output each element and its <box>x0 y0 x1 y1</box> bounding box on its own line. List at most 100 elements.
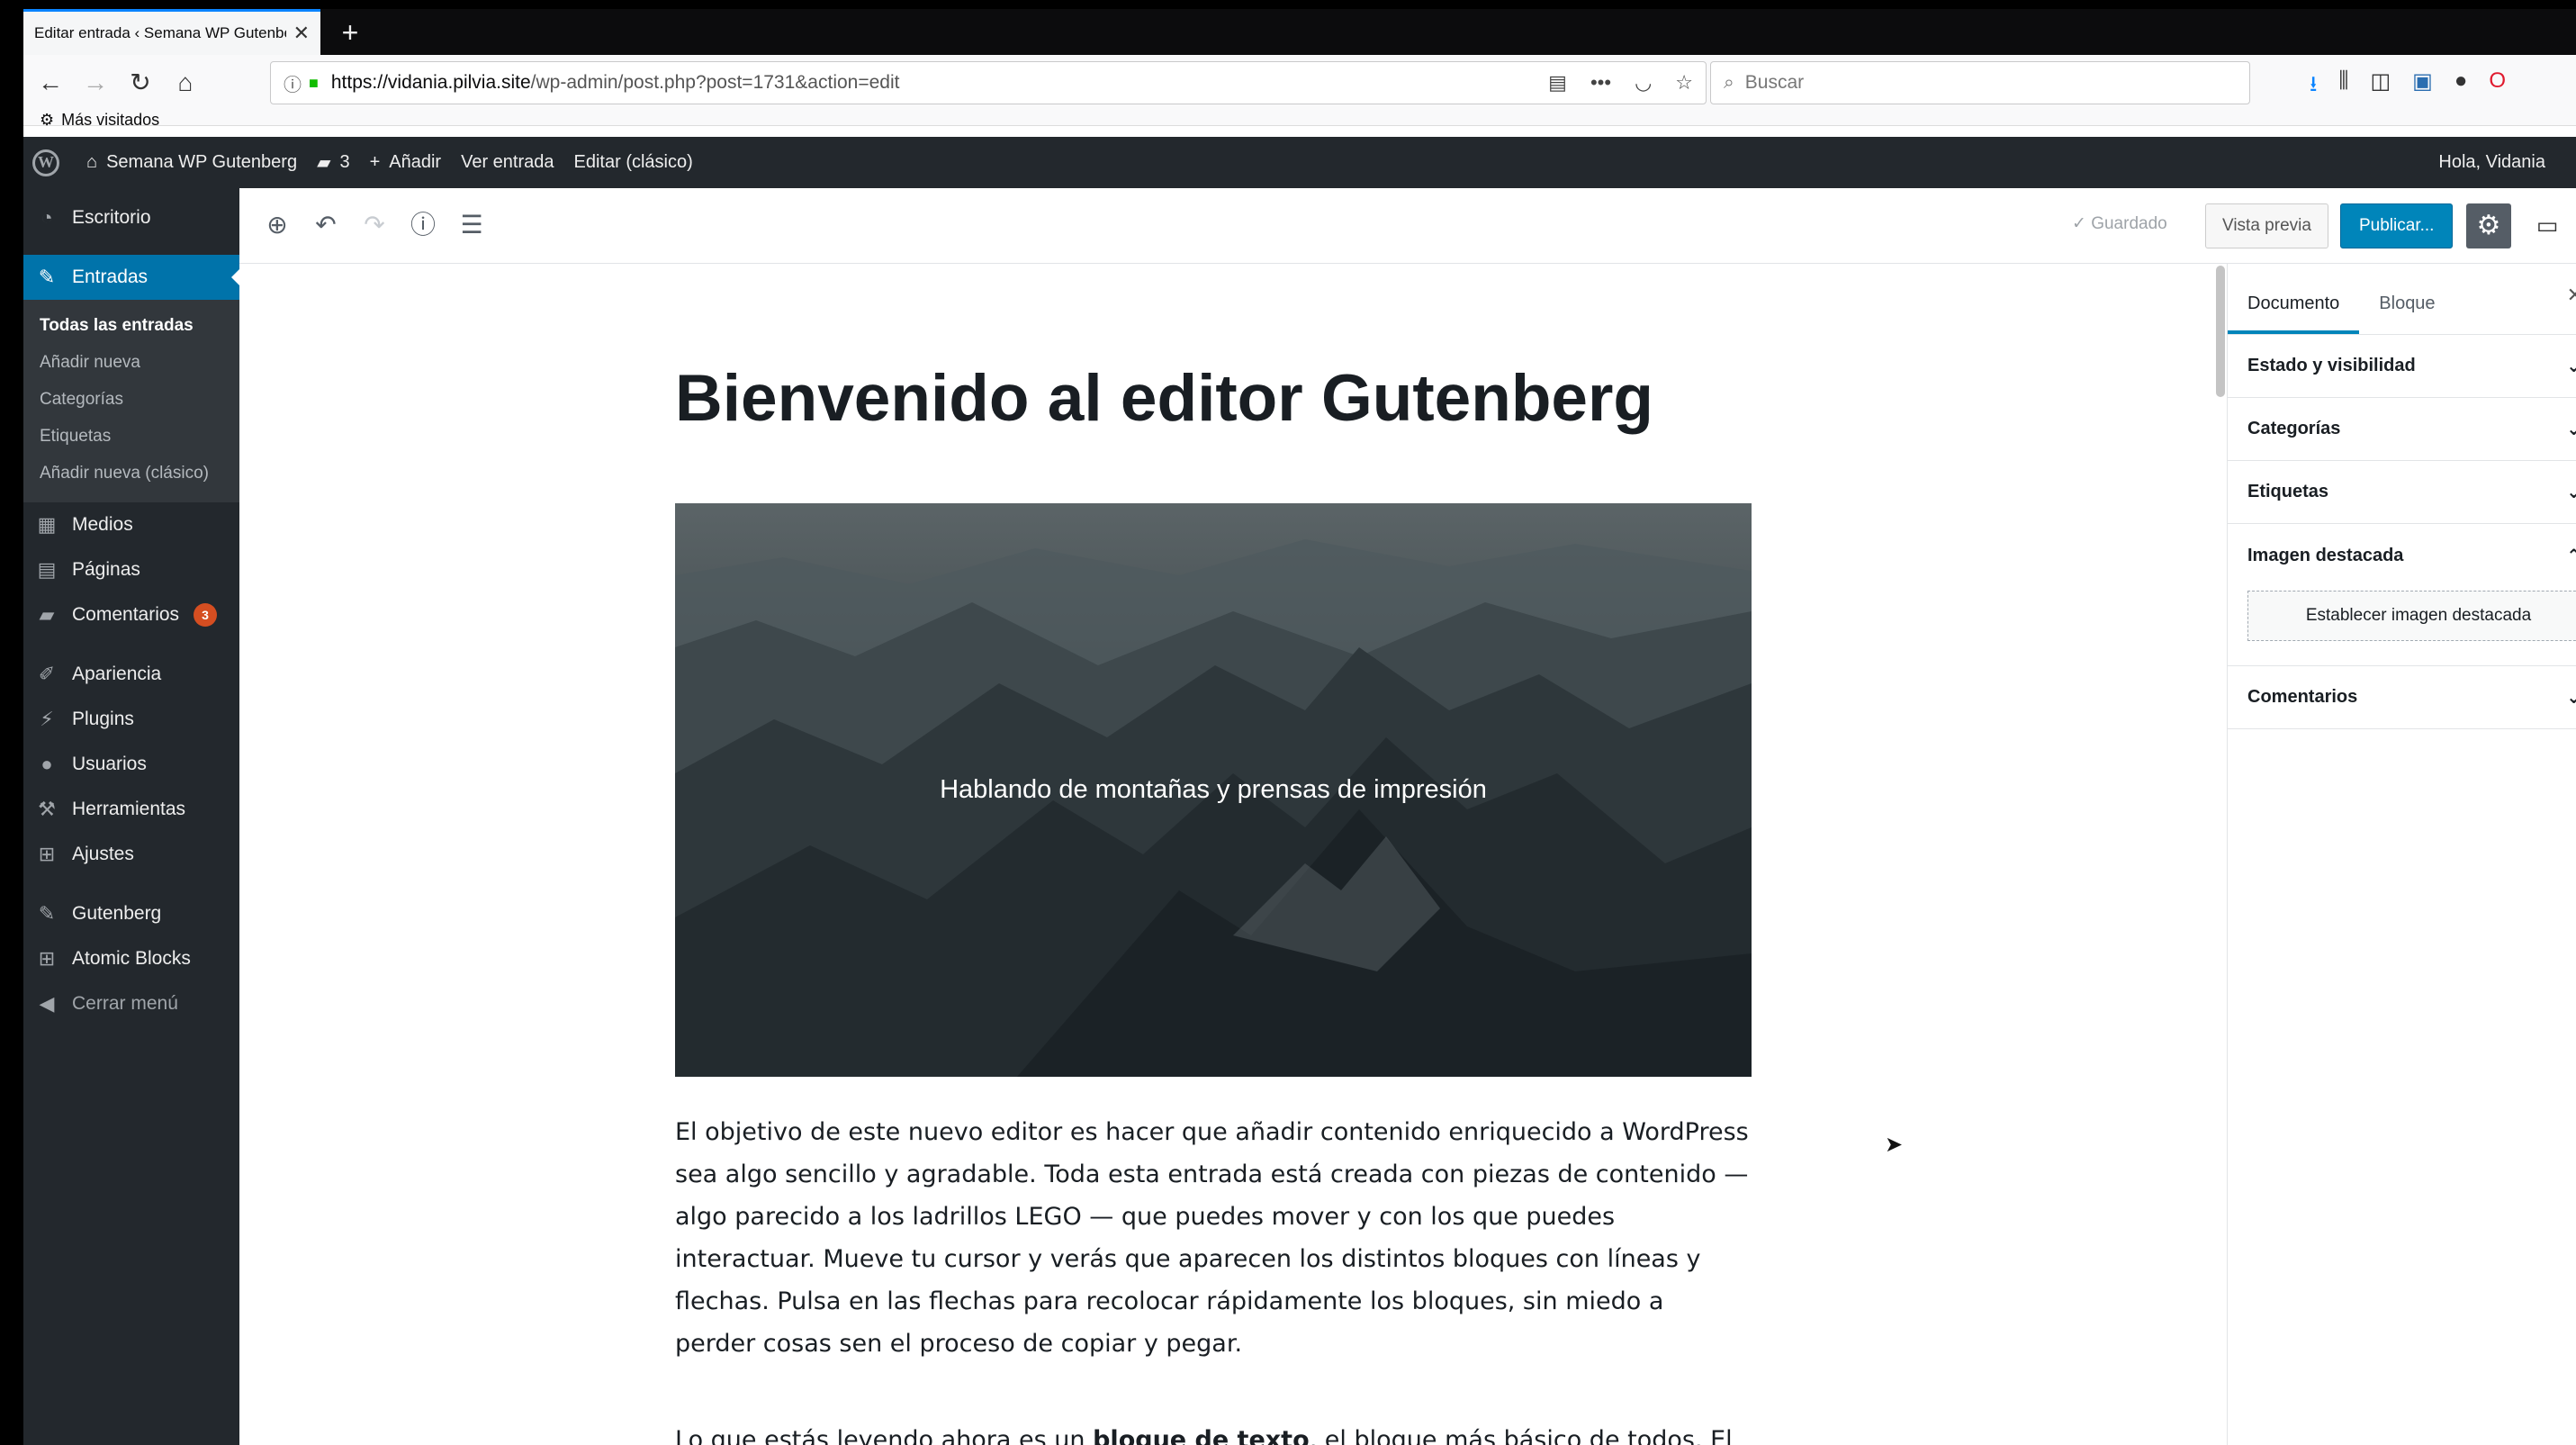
saved-status: ✓ Guardado <box>2072 213 2167 234</box>
panel-title: Imagen destacada <box>2247 545 2404 565</box>
extension-dark-icon[interactable]: ● <box>2454 68 2468 105</box>
panel-comments[interactable]: Comentarios ⌄ <box>2228 666 2576 729</box>
post-title[interactable]: Bienvenido al editor Gutenberg <box>675 361 1653 436</box>
blocks-icon: ⊞ <box>38 947 56 970</box>
search-icon: ⌕ <box>1724 72 1734 93</box>
sidebar-item-media[interactable]: ▦ Medios <box>23 502 239 547</box>
sidebar-item-atomic-blocks[interactable]: ⊞ Atomic Blocks <box>23 936 239 981</box>
collapse-menu-button[interactable]: ◀ Cerrar menú <box>23 981 239 1026</box>
forward-arrow-icon[interactable]: → <box>77 65 113 101</box>
panel-featured-image[interactable]: Imagen destacada ⌃ <box>2228 524 2576 587</box>
sidebar-item-pages[interactable]: ▤ Páginas <box>23 547 239 592</box>
comments-count: 3 <box>339 152 350 172</box>
bookmark-star-icon[interactable]: ☆ <box>1675 71 1693 95</box>
sidebar-item-label: Páginas <box>72 559 140 580</box>
sidebar-toggle-icon[interactable]: ◫ <box>2370 68 2391 105</box>
dashboard-icon: ◔ <box>41 206 53 229</box>
panel-title: Comentarios <box>2247 687 2358 707</box>
user-greeting[interactable]: Hola, Vidania <box>2438 152 2545 173</box>
cover-image-block[interactable]: Hablando de montañas y prensas de impres… <box>675 503 1752 1077</box>
reload-icon[interactable]: ↻ <box>122 65 158 101</box>
info-icon[interactable]: ⓘ <box>405 207 441 243</box>
sidebar-item-gutenberg[interactable]: ✎ Gutenberg <box>23 891 239 936</box>
sidebar-item-settings[interactable]: ⊞ Ajustes <box>23 832 239 877</box>
back-arrow-icon[interactable]: ← <box>32 65 68 101</box>
outline-icon[interactable]: ☰ <box>454 207 490 243</box>
new-tab-button[interactable]: + <box>334 16 366 49</box>
extension-icon[interactable]: ▣ <box>2412 68 2433 105</box>
bookmark-label: Más visitados <box>61 111 160 129</box>
site-name-link[interactable]: ⌂ Semana WP Gutenberg <box>86 152 297 173</box>
sidebar-item-comments[interactable]: ▰ Comentarios 3 <box>23 592 239 637</box>
sidebar-item-label: Comentarios <box>72 604 180 625</box>
settings-sidebar: Documento Bloque ✕ Estado y visibilidad … <box>2227 264 2576 1445</box>
paintbrush-icon: ✐ <box>38 663 56 685</box>
page-actions-icon[interactable]: ••• <box>1590 71 1611 95</box>
comments-link[interactable]: ▰ 3 <box>317 151 350 174</box>
tab-document[interactable]: Documento <box>2228 294 2360 334</box>
opera-icon[interactable]: O <box>2489 68 2506 105</box>
featured-image-body: Establecer imagen destacada <box>2228 587 2576 666</box>
set-featured-image-button[interactable]: Establecer imagen destacada <box>2247 591 2576 641</box>
pushpin-icon: ✎ <box>38 266 56 288</box>
sidebar-item-posts[interactable]: ✎ Entradas <box>23 255 240 300</box>
browser-tab[interactable]: Editar entrada ‹ Semana WP Gutenberg ✕ <box>23 9 320 55</box>
sidebar-item-appearance[interactable]: ✐ Apariencia <box>23 652 239 697</box>
add-block-icon[interactable]: ⊕ <box>259 207 295 243</box>
chevron-down-icon: ⌄ <box>2566 688 2576 708</box>
content-scrollbar[interactable] <box>2216 266 2225 397</box>
editor-content: Bienvenido al editor Gutenberg Hablando … <box>239 264 2227 1445</box>
publish-button[interactable]: Publicar... <box>2340 203 2454 248</box>
view-post-link[interactable]: Ver entrada <box>461 152 554 173</box>
close-tab-icon[interactable]: ✕ <box>293 22 310 45</box>
sidebar-item-plugins[interactable]: ⚡ Plugins <box>23 697 239 742</box>
panel-status-visibility[interactable]: Estado y visibilidad ⌄ <box>2228 335 2576 398</box>
submenu-add-new[interactable]: Añadir nueva <box>23 344 239 381</box>
collapse-arrow-icon: ◀ <box>39 992 55 1015</box>
panel-title: Estado y visibilidad <box>2247 356 2416 375</box>
edit-classic-link[interactable]: Editar (clásico) <box>574 152 693 173</box>
redo-icon[interactable]: ↷ <box>356 207 392 243</box>
wordpress-logo-icon[interactable]: W <box>32 149 59 176</box>
tab-block[interactable]: Bloque <box>2359 294 2454 334</box>
info-icon[interactable]: ⓘ <box>284 70 302 96</box>
paragraph-block[interactable]: El objetivo de este nuevo editor es hace… <box>675 1111 1752 1365</box>
browser-tab-strip: Editar entrada ‹ Semana WP Gutenberg ✕ + <box>23 9 2576 55</box>
fullscreen-toggle-icon[interactable]: ▭ <box>2529 207 2565 243</box>
sidebar-item-label: Usuarios <box>72 754 147 774</box>
url-bar[interactable]: ⓘ ■ https://vidania.pilvia.site/wp-admin… <box>270 61 1707 104</box>
paragraph-block-2[interactable]: Lo que estás leyendo ahora es un bloque … <box>675 1419 1752 1445</box>
sidebar-item-users[interactable]: ● Usuarios <box>23 742 239 787</box>
settings-gear-icon[interactable]: ⚙ <box>2466 203 2511 248</box>
submenu-add-new-classic[interactable]: Añadir nueva (clásico) <box>23 455 239 492</box>
cover-caption[interactable]: Hablando de montañas y prensas de impres… <box>675 503 1752 1077</box>
home-icon[interactable]: ⌂ <box>167 65 203 101</box>
close-icon[interactable]: ✕ <box>2567 284 2576 307</box>
search-input[interactable]: ⌕ Buscar <box>1710 61 2250 104</box>
sidebar-item-dashboard[interactable]: ◔ Escritorio <box>23 195 239 240</box>
sidebar-item-label: Plugins <box>72 709 134 729</box>
sidebar-item-label: Medios <box>72 514 133 535</box>
sidebar-item-label: Escritorio <box>72 207 151 228</box>
panel-categories[interactable]: Categorías ⌄ <box>2228 398 2576 461</box>
collapse-label: Cerrar menú <box>72 993 178 1014</box>
sidebar-item-tools[interactable]: ⚒ Herramientas <box>23 787 239 832</box>
pocket-icon[interactable]: ◡ <box>1635 71 1652 95</box>
submenu-tags[interactable]: Etiquetas <box>23 418 239 455</box>
reader-view-icon[interactable]: ▤ <box>1548 71 1567 95</box>
library-icon[interactable]: ⫼ <box>2338 68 2348 105</box>
comment-bubble-icon: ▰ <box>317 153 331 173</box>
submenu-categories[interactable]: Categorías <box>23 381 239 418</box>
sidebar-item-label: Gutenberg <box>72 903 162 924</box>
saved-label: Guardado <box>2091 214 2167 233</box>
sidebar-item-label: Atomic Blocks <box>72 948 191 969</box>
add-new-label: Añadir <box>389 152 442 172</box>
download-icon[interactable]: ⭳ <box>2310 68 2317 105</box>
panel-tags[interactable]: Etiquetas ⌄ <box>2228 461 2576 524</box>
add-new-link[interactable]: + Añadir <box>370 152 442 173</box>
submenu-all-posts[interactable]: Todas las entradas <box>23 307 239 344</box>
user-icon: ● <box>41 753 53 775</box>
bookmark-most-visited[interactable]: ⚙ Más visitados <box>40 111 159 130</box>
preview-button[interactable]: Vista previa <box>2205 203 2328 248</box>
undo-icon[interactable]: ↶ <box>308 207 344 243</box>
